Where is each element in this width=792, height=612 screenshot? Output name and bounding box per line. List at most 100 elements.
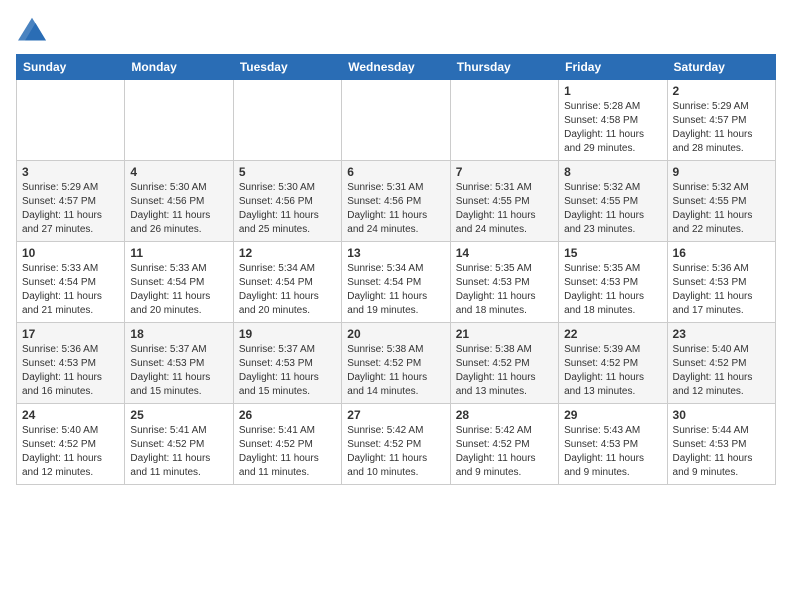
day-number: 9	[673, 165, 770, 179]
day-number: 14	[456, 246, 553, 260]
day-info: Sunrise: 5:32 AM Sunset: 4:55 PM Dayligh…	[564, 181, 661, 237]
calendar-cell: 23 Sunrise: 5:40 AM Sunset: 4:52 PM Dayli…	[667, 323, 775, 404]
day-number: 25	[130, 408, 227, 422]
day-number: 26	[239, 408, 336, 422]
day-info: Sunrise: 5:33 AM Sunset: 4:54 PM Dayligh…	[130, 262, 227, 318]
day-info: Sunrise: 5:35 AM Sunset: 4:53 PM Dayligh…	[564, 262, 661, 318]
day-number: 12	[239, 246, 336, 260]
weekday-header: Wednesday	[342, 55, 450, 80]
day-number: 22	[564, 327, 661, 341]
calendar-cell: 3Sunrise: 5:29 AM Sunset: 4:57 PM Daylig…	[17, 161, 125, 242]
calendar-cell: 5Sunrise: 5:30 AM Sunset: 4:56 PM Daylig…	[233, 161, 341, 242]
calendar-cell: 1 Sunrise: 5:28 AM Sunset: 4:58 PM Daylig…	[559, 80, 667, 161]
day-info: Sunrise: 5:29 AM Sunset: 4:57 PM Dayligh…	[22, 181, 119, 237]
calendar-header-row: SundayMondayTuesdayWednesdayThursdayFrid…	[17, 55, 776, 80]
weekday-header: Sunday	[17, 55, 125, 80]
calendar-cell: 8 Sunrise: 5:32 AM Sunset: 4:55 PM Daylig…	[559, 161, 667, 242]
day-number: 20	[347, 327, 444, 341]
calendar-cell: 27Sunrise: 5:42 AM Sunset: 4:52 PM Dayli…	[342, 404, 450, 485]
calendar-cell: 14 Sunrise: 5:35 AM Sunset: 4:53 PM Dayli…	[450, 242, 558, 323]
day-number: 18	[130, 327, 227, 341]
calendar-cell: 9 Sunrise: 5:32 AM Sunset: 4:55 PM Daylig…	[667, 161, 775, 242]
day-info: Sunrise: 5:38 AM Sunset: 4:52 PM Dayligh…	[456, 343, 553, 399]
day-info: Sunrise: 5:40 AM Sunset: 4:52 PM Dayligh…	[22, 424, 119, 480]
day-number: 5	[239, 165, 336, 179]
day-number: 28	[456, 408, 553, 422]
calendar-cell	[125, 80, 233, 161]
calendar-cell: 6Sunrise: 5:31 AM Sunset: 4:56 PM Daylig…	[342, 161, 450, 242]
calendar-cell: 26 Sunrise: 5:41 AM Sunset: 4:52 PM Dayli…	[233, 404, 341, 485]
weekday-header: Saturday	[667, 55, 775, 80]
calendar-cell: 30 Sunrise: 5:44 AM Sunset: 4:53 PM Dayli…	[667, 404, 775, 485]
calendar-cell: 2 Sunrise: 5:29 AM Sunset: 4:57 PM Daylig…	[667, 80, 775, 161]
day-info: Sunrise: 5:37 AM Sunset: 4:53 PM Dayligh…	[130, 343, 227, 399]
calendar-cell	[233, 80, 341, 161]
day-number: 1	[564, 84, 661, 98]
day-info: Sunrise: 5:42 AM Sunset: 4:52 PM Dayligh…	[347, 424, 444, 480]
day-info: Sunrise: 5:31 AM Sunset: 4:56 PM Dayligh…	[347, 181, 444, 237]
day-number: 16	[673, 246, 770, 260]
calendar-cell	[342, 80, 450, 161]
day-number: 17	[22, 327, 119, 341]
calendar-cell: 29 Sunrise: 5:43 AM Sunset: 4:53 PM Dayli…	[559, 404, 667, 485]
calendar-cell: 17 Sunrise: 5:36 AM Sunset: 4:53 PM Dayli…	[17, 323, 125, 404]
page-header	[16, 16, 776, 44]
day-info: Sunrise: 5:37 AM Sunset: 4:53 PM Dayligh…	[239, 343, 336, 399]
day-info: Sunrise: 5:33 AM Sunset: 4:54 PM Dayligh…	[22, 262, 119, 318]
calendar-cell: 10 Sunrise: 5:33 AM Sunset: 4:54 PM Dayli…	[17, 242, 125, 323]
weekday-header: Tuesday	[233, 55, 341, 80]
day-number: 29	[564, 408, 661, 422]
calendar-week-row: 17 Sunrise: 5:36 AM Sunset: 4:53 PM Dayli…	[17, 323, 776, 404]
calendar-cell: 13 Sunrise: 5:34 AM Sunset: 4:54 PM Dayli…	[342, 242, 450, 323]
day-number: 23	[673, 327, 770, 341]
day-info: Sunrise: 5:39 AM Sunset: 4:52 PM Dayligh…	[564, 343, 661, 399]
logo	[16, 16, 52, 44]
calendar-week-row: 1 Sunrise: 5:28 AM Sunset: 4:58 PM Daylig…	[17, 80, 776, 161]
calendar-cell: 12Sunrise: 5:34 AM Sunset: 4:54 PM Dayli…	[233, 242, 341, 323]
calendar-body: 1 Sunrise: 5:28 AM Sunset: 4:58 PM Daylig…	[17, 80, 776, 485]
day-info: Sunrise: 5:36 AM Sunset: 4:53 PM Dayligh…	[22, 343, 119, 399]
day-number: 10	[22, 246, 119, 260]
calendar-week-row: 24 Sunrise: 5:40 AM Sunset: 4:52 PM Dayli…	[17, 404, 776, 485]
day-info: Sunrise: 5:41 AM Sunset: 4:52 PM Dayligh…	[130, 424, 227, 480]
day-info: Sunrise: 5:36 AM Sunset: 4:53 PM Dayligh…	[673, 262, 770, 318]
day-info: Sunrise: 5:32 AM Sunset: 4:55 PM Dayligh…	[673, 181, 770, 237]
day-info: Sunrise: 5:30 AM Sunset: 4:56 PM Dayligh…	[130, 181, 227, 237]
calendar-cell: 7 Sunrise: 5:31 AM Sunset: 4:55 PM Daylig…	[450, 161, 558, 242]
day-number: 4	[130, 165, 227, 179]
calendar-cell: 11 Sunrise: 5:33 AM Sunset: 4:54 PM Dayli…	[125, 242, 233, 323]
day-number: 13	[347, 246, 444, 260]
day-number: 7	[456, 165, 553, 179]
calendar-cell: 4 Sunrise: 5:30 AM Sunset: 4:56 PM Daylig…	[125, 161, 233, 242]
calendar-cell: 16 Sunrise: 5:36 AM Sunset: 4:53 PM Dayli…	[667, 242, 775, 323]
day-number: 30	[673, 408, 770, 422]
weekday-header: Friday	[559, 55, 667, 80]
day-number: 8	[564, 165, 661, 179]
day-number: 24	[22, 408, 119, 422]
calendar-week-row: 10 Sunrise: 5:33 AM Sunset: 4:54 PM Dayli…	[17, 242, 776, 323]
day-number: 11	[130, 246, 227, 260]
day-info: Sunrise: 5:40 AM Sunset: 4:52 PM Dayligh…	[673, 343, 770, 399]
day-info: Sunrise: 5:38 AM Sunset: 4:52 PM Dayligh…	[347, 343, 444, 399]
calendar-cell: 20 Sunrise: 5:38 AM Sunset: 4:52 PM Dayli…	[342, 323, 450, 404]
day-info: Sunrise: 5:29 AM Sunset: 4:57 PM Dayligh…	[673, 100, 770, 156]
logo-icon	[16, 16, 48, 44]
day-number: 21	[456, 327, 553, 341]
day-info: Sunrise: 5:41 AM Sunset: 4:52 PM Dayligh…	[239, 424, 336, 480]
calendar-cell: 24 Sunrise: 5:40 AM Sunset: 4:52 PM Dayli…	[17, 404, 125, 485]
day-info: Sunrise: 5:43 AM Sunset: 4:53 PM Dayligh…	[564, 424, 661, 480]
day-number: 19	[239, 327, 336, 341]
calendar-cell: 15Sunrise: 5:35 AM Sunset: 4:53 PM Dayli…	[559, 242, 667, 323]
day-info: Sunrise: 5:44 AM Sunset: 4:53 PM Dayligh…	[673, 424, 770, 480]
day-number: 2	[673, 84, 770, 98]
weekday-header: Thursday	[450, 55, 558, 80]
calendar-cell	[17, 80, 125, 161]
day-info: Sunrise: 5:35 AM Sunset: 4:53 PM Dayligh…	[456, 262, 553, 318]
day-info: Sunrise: 5:34 AM Sunset: 4:54 PM Dayligh…	[347, 262, 444, 318]
day-info: Sunrise: 5:28 AM Sunset: 4:58 PM Dayligh…	[564, 100, 661, 156]
calendar-cell: 21 Sunrise: 5:38 AM Sunset: 4:52 PM Dayli…	[450, 323, 558, 404]
calendar-cell: 25 Sunrise: 5:41 AM Sunset: 4:52 PM Dayli…	[125, 404, 233, 485]
calendar-week-row: 3Sunrise: 5:29 AM Sunset: 4:57 PM Daylig…	[17, 161, 776, 242]
weekday-header: Monday	[125, 55, 233, 80]
day-info: Sunrise: 5:31 AM Sunset: 4:55 PM Dayligh…	[456, 181, 553, 237]
